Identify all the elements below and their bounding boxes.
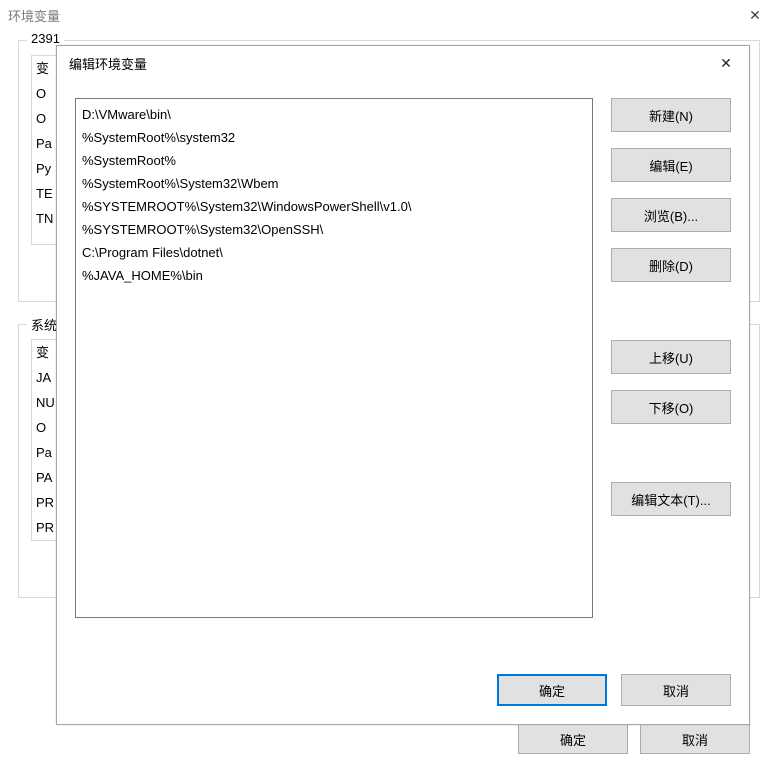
list-item[interactable]: %SystemRoot%\system32: [82, 126, 586, 149]
spacer: [611, 298, 731, 324]
list-item[interactable]: C:\Program Files\dotnet\: [82, 241, 586, 264]
cancel-button[interactable]: 取消: [621, 674, 731, 706]
cancel-button[interactable]: 取消: [640, 724, 750, 754]
list-item[interactable]: %SystemRoot%: [82, 149, 586, 172]
delete-button[interactable]: 删除(D): [611, 248, 731, 282]
ok-button[interactable]: 确定: [497, 674, 607, 706]
list-item[interactable]: D:\VMware\bin\: [82, 103, 586, 126]
list-item[interactable]: %JAVA_HOME%\bin: [82, 264, 586, 287]
list-item[interactable]: %SystemRoot%\System32\Wbem: [82, 172, 586, 195]
window-title: 环境变量: [8, 6, 60, 25]
edit-text-button[interactable]: 编辑文本(T)...: [611, 482, 731, 516]
spacer: [611, 440, 731, 466]
edit-button[interactable]: 编辑(E): [611, 148, 731, 182]
dialog-titlebar: 编辑环境变量: [57, 46, 749, 80]
move-up-button[interactable]: 上移(U): [611, 340, 731, 374]
dialog-bottom-buttons: 确定 取消: [57, 660, 749, 724]
list-item[interactable]: %SYSTEMROOT%\System32\OpenSSH\: [82, 218, 586, 241]
path-entries-list[interactable]: D:\VMware\bin\ %SystemRoot%\system32 %Sy…: [75, 98, 593, 618]
window-titlebar: 环境变量: [0, 0, 778, 30]
user-group-legend: 2391: [27, 31, 64, 46]
ok-button[interactable]: 确定: [518, 724, 628, 754]
move-down-button[interactable]: 下移(O): [611, 390, 731, 424]
dialog-title: 编辑环境变量: [69, 54, 147, 73]
window-bottom-buttons: 确定 取消: [518, 724, 750, 754]
close-icon[interactable]: [703, 46, 749, 80]
dialog-side-buttons: 新建(N) 编辑(E) 浏览(B)... 删除(D) 上移(U) 下移(O) 编…: [611, 98, 731, 660]
dialog-body: D:\VMware\bin\ %SystemRoot%\system32 %Sy…: [57, 80, 749, 660]
browse-button[interactable]: 浏览(B)...: [611, 198, 731, 232]
edit-environment-variable-dialog: 编辑环境变量 D:\VMware\bin\ %SystemRoot%\syste…: [56, 45, 750, 725]
close-icon[interactable]: [732, 0, 778, 30]
new-button[interactable]: 新建(N): [611, 98, 731, 132]
list-item[interactable]: %SYSTEMROOT%\System32\WindowsPowerShell\…: [82, 195, 586, 218]
